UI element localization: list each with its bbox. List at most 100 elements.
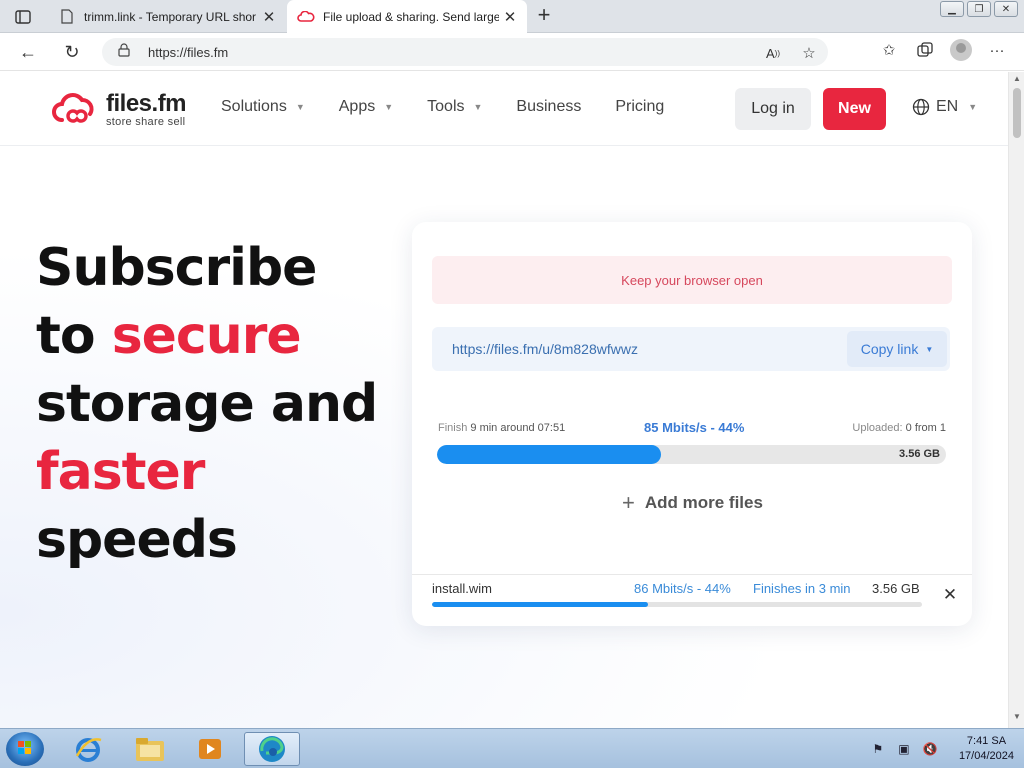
- add-favorite-icon[interactable]: ☆: [798, 42, 820, 64]
- logo-tagline: store share sell: [106, 116, 186, 128]
- headline-line-5: speeds: [36, 510, 238, 570]
- chevron-down-icon: ▼: [295, 102, 305, 112]
- new-tab-button[interactable]: +: [533, 4, 555, 28]
- headline-line-4: faster: [36, 442, 205, 502]
- clock-date: 17/04/2024: [958, 750, 1014, 762]
- action-center-flag-icon[interactable]: ⚑: [871, 742, 885, 756]
- page-icon: [58, 8, 76, 26]
- read-aloud-icon[interactable]: A)): [762, 42, 784, 64]
- minimize-button[interactable]: ▁: [940, 1, 964, 17]
- nav-label: Business: [516, 98, 582, 115]
- files-fm-logo[interactable]: files.fm store share sell: [52, 92, 187, 128]
- more-options-icon[interactable]: ···: [986, 39, 1008, 61]
- file-name: install.wim: [432, 581, 492, 596]
- hero-headline: Subscribe to secure storage and faster s…: [36, 234, 396, 574]
- nav-label: Tools: [427, 98, 465, 115]
- lock-icon: [118, 42, 134, 62]
- favorites-icon[interactable]: ✩: [878, 39, 900, 61]
- language-code: EN: [936, 98, 959, 115]
- copy-link-button[interactable]: Copy link ▼: [847, 331, 947, 367]
- windows-logo-icon: [18, 741, 31, 754]
- restore-button[interactable]: ❐: [967, 1, 991, 17]
- collections-icon[interactable]: [914, 39, 936, 61]
- system-clock[interactable]: 7:41 SA 17/04/2024: [959, 734, 1014, 764]
- headline-line-2a: to: [36, 306, 112, 366]
- file-upload-row: install.wim 86 Mbits/s - 44% Finishes in…: [412, 574, 972, 626]
- volume-muted-icon[interactable]: 🔇: [922, 742, 937, 756]
- tab-files-fm[interactable]: File upload & sharing. Send large ✕: [287, 0, 527, 34]
- nav-label: Apps: [338, 98, 376, 115]
- nav-label: Solutions: [221, 98, 287, 115]
- chevron-down-icon: ▼: [473, 102, 483, 112]
- internet-explorer-taskbar-button[interactable]: [60, 732, 116, 766]
- upload-speed-summary: 85 Mbits/s - 44%: [644, 420, 745, 435]
- nav-label: Pricing: [615, 98, 665, 115]
- total-progress-bar: 3.56 GB: [437, 445, 946, 464]
- plus-icon: +: [622, 490, 635, 515]
- media-player-icon: [199, 739, 221, 759]
- files-fm-logo-icon: [52, 93, 94, 123]
- login-button[interactable]: Log in: [735, 88, 811, 130]
- windows-taskbar: ⚑ ▣ 🔇 7:41 SA 17/04/2024: [0, 728, 1024, 768]
- headline-line-2b: secure: [111, 306, 302, 366]
- edge-taskbar-button[interactable]: [244, 732, 300, 766]
- file-speed: 86 Mbits/s - 44%: [634, 581, 731, 596]
- start-button[interactable]: [6, 732, 44, 766]
- back-button[interactable]: ←: [14, 39, 42, 65]
- nav-pricing[interactable]: Pricing: [615, 98, 664, 116]
- nav-business[interactable]: Business: [516, 98, 581, 116]
- scroll-down-icon[interactable]: ▼: [1009, 712, 1024, 726]
- network-icon[interactable]: ▣: [897, 742, 911, 756]
- tab-actions-icon[interactable]: [10, 6, 36, 28]
- cancel-upload-icon[interactable]: ✕: [942, 585, 958, 604]
- address-bar[interactable]: https://files.fm A)) ☆: [102, 38, 828, 66]
- globe-icon: [912, 98, 930, 116]
- nav-solutions[interactable]: Solutions ▼: [221, 98, 305, 116]
- page-viewport: files.fm store share sell Solutions ▼ Ap…: [0, 72, 1008, 728]
- tab-title: File upload & sharing. Send large: [323, 10, 499, 24]
- files-fm-favicon-icon: [297, 8, 315, 26]
- tab-close-icon[interactable]: ✕: [258, 6, 280, 28]
- url-text[interactable]: https://files.fm: [148, 45, 228, 60]
- tab-close-icon[interactable]: ✕: [499, 6, 521, 28]
- file-explorer-taskbar-button[interactable]: [122, 732, 178, 766]
- file-progress-fill: [432, 602, 648, 607]
- media-player-taskbar-button[interactable]: [182, 732, 238, 766]
- upload-card: Keep your browser open https://files.fm/…: [412, 222, 972, 626]
- language-selector[interactable]: EN ▼: [912, 98, 977, 116]
- page-scrollbar[interactable]: ▲ ▼: [1008, 72, 1024, 728]
- total-progress-fill: [437, 445, 661, 464]
- scrollbar-thumb[interactable]: [1013, 88, 1021, 138]
- share-link-row: https://files.fm/u/8m828wfwwz Copy link …: [432, 327, 950, 371]
- uploaded-count: Uploaded: 0 from 1: [852, 422, 946, 434]
- keep-browser-open-notice: Keep your browser open: [432, 256, 952, 304]
- new-button[interactable]: New: [823, 88, 886, 130]
- total-size: 3.56 GB: [899, 448, 940, 460]
- edge-icon: [259, 736, 285, 762]
- chevron-down-icon: ▼: [968, 102, 978, 112]
- site-header: files.fm store share sell Solutions ▼ Ap…: [0, 72, 1008, 146]
- window-controls: ▁ ❐ ✕: [940, 1, 1018, 17]
- browser-toolbar: ← ↻ https://files.fm A)) ☆ ✩ ···: [0, 33, 1024, 71]
- browser-tab-bar: trimm.link - Temporary URL shor ✕ File u…: [0, 0, 1024, 34]
- refresh-button[interactable]: ↻: [58, 39, 86, 65]
- finish-estimate: Finish 9 min around 07:51: [438, 422, 565, 434]
- headline-line-3: storage and: [36, 374, 378, 434]
- copy-link-label: Copy link: [860, 341, 919, 357]
- nav-tools[interactable]: Tools ▼: [427, 98, 482, 116]
- file-finish-estimate: Finishes in 3 min: [753, 581, 851, 596]
- uploaded-label: Uploaded:: [852, 422, 903, 434]
- scroll-up-icon[interactable]: ▲: [1009, 74, 1024, 88]
- add-more-files-button[interactable]: + Add more files: [622, 490, 763, 516]
- system-tray: ⚑ ▣ 🔇 7:41 SA 17/04/2024: [871, 734, 1014, 764]
- headline-line-1: Subscribe: [36, 238, 317, 298]
- tab-trimm-link[interactable]: trimm.link - Temporary URL shor ✕: [48, 0, 286, 33]
- nav-apps[interactable]: Apps ▼: [339, 98, 393, 116]
- tab-title: trimm.link - Temporary URL shor: [84, 9, 257, 24]
- uploaded-value: 0 from 1: [905, 422, 946, 434]
- profile-avatar[interactable]: [950, 39, 972, 61]
- add-more-label: Add more files: [644, 493, 763, 512]
- close-window-button[interactable]: ✕: [994, 1, 1018, 17]
- finish-label: Finish: [438, 422, 468, 434]
- share-link-url[interactable]: https://files.fm/u/8m828wfwwz: [452, 341, 638, 357]
